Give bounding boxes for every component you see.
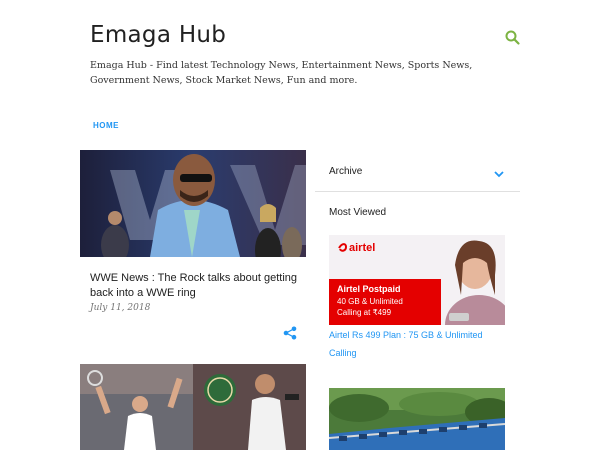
chevron-down-icon[interactable] — [493, 166, 505, 178]
post-thumbnail-tennis[interactable] — [80, 364, 306, 450]
page: Emaga Hub Emaga Hub - Find latest Techno… — [0, 0, 600, 450]
post-title[interactable]: WWE News : The Rock talks about getting … — [90, 271, 300, 301]
post-card: WWE News : The Rock talks about getting … — [80, 150, 306, 350]
nav-home-link[interactable]: HOME — [93, 121, 119, 130]
airtel-line1-text: 40 GB & Unlimited — [337, 297, 403, 306]
post-card — [80, 364, 306, 450]
most-viewed-title: Most Viewed — [329, 207, 387, 218]
most-viewed-caption[interactable]: Airtel Rs 499 Plan : 75 GB & Unlimited C… — [329, 326, 509, 362]
site-description: Emaga Hub - Find latest Technology News,… — [90, 60, 473, 86]
archive-label: Archive — [329, 166, 363, 177]
post-date: July 11, 2018 — [90, 303, 151, 313]
site-title[interactable]: Emaga Hub — [90, 22, 226, 48]
airtel-headline-text: Airtel Postpaid — [337, 284, 401, 294]
airtel-brand-text: airtel — [349, 242, 375, 254]
archive-dropdown[interactable]: Archive — [315, 150, 520, 192]
post-thumbnail-the-rock[interactable] — [80, 150, 306, 257]
most-viewed-thumbnail-train[interactable] — [329, 388, 505, 450]
search-icon[interactable] — [503, 28, 523, 48]
most-viewed-thumbnail-airtel[interactable]: airtel Airtel Postpaid 40 GB & Unlimited… — [329, 235, 505, 325]
share-icon[interactable] — [283, 326, 297, 340]
airtel-line2-text: Calling at ₹499 — [337, 308, 392, 317]
